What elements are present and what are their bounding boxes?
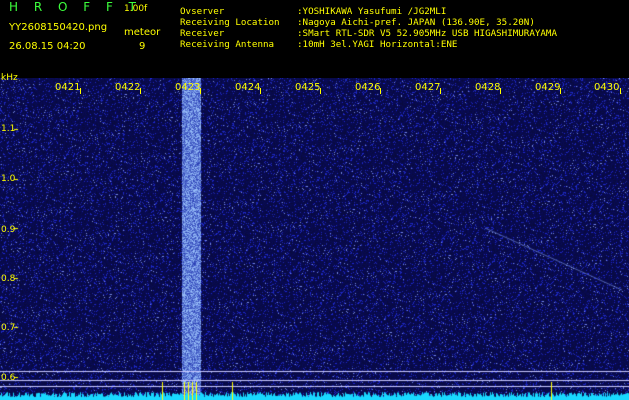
meteor-count: 9 xyxy=(139,41,146,52)
info-row-antenna: Receiving Antenna :10mH 3el.YAGI Horizont… xyxy=(180,39,557,50)
y-tick-label: 0.6 xyxy=(1,373,16,383)
info-row-receiver: Receiver :SMart RTL-SDR V5 52.905MHz USB … xyxy=(180,28,557,39)
info-value: :10mH 3el.YAGI Horizontal:ENE xyxy=(297,39,458,50)
y-tick-label: 0.7 xyxy=(1,323,16,333)
info-row-location: Receiving Location :Nagoya Aichi-pref. JA… xyxy=(180,17,557,28)
x-tick-label: 0421 xyxy=(55,82,81,93)
x-tick-label: 0429 xyxy=(535,82,561,93)
x-tick-label: 0424 xyxy=(235,82,261,93)
meteor-label: meteor xyxy=(124,27,161,38)
info-label: Ovserver xyxy=(180,6,225,17)
info-value: :SMart RTL-SDR V5 52.905MHz USB HIGASHIM… xyxy=(297,28,557,39)
x-tick-mark xyxy=(560,88,561,94)
hrofft-screen: H R O F F T 1.00f YY2608150420.png 26.08… xyxy=(0,0,629,400)
x-tick-mark xyxy=(380,88,381,94)
info-label: Receiving Location xyxy=(180,17,280,28)
x-tick-mark xyxy=(200,88,201,94)
y-tick-label: 1.1 xyxy=(1,124,16,134)
x-tick-mark xyxy=(80,88,81,94)
x-tick-mark xyxy=(140,88,141,94)
image-filename: YY2608150420.png xyxy=(9,22,108,33)
x-tick-label: 0427 xyxy=(415,82,441,93)
x-tick-mark xyxy=(320,88,321,94)
info-label: Receiver xyxy=(180,28,225,39)
capture-datetime: 26.08.15 04:20 xyxy=(9,41,86,52)
app-version: 1.00f xyxy=(124,4,148,14)
frequency-axis-unit: kHz xyxy=(1,73,18,83)
spectrogram-waterfall xyxy=(0,78,629,400)
info-value: :Nagoya Aichi-pref. JAPAN (136.90E, 35.2… xyxy=(297,17,535,28)
spectrogram-canvas xyxy=(0,78,629,400)
x-tick-mark xyxy=(260,88,261,94)
station-info: Ovserver :YOSHIKAWA Yasufumi /JG2MLI Rece… xyxy=(180,6,557,50)
y-tick-label: 1.0 xyxy=(1,174,16,184)
y-tick-label: 0.9 xyxy=(1,225,16,235)
x-tick-label: 0426 xyxy=(355,82,381,93)
app-brand: H R O F F T xyxy=(9,0,143,14)
x-tick-label: 0423 xyxy=(175,82,201,93)
x-tick-label: 0430 xyxy=(594,82,620,93)
x-tick-mark xyxy=(620,88,621,94)
y-tick-label: 0.8 xyxy=(1,274,16,284)
info-row-observer: Ovserver :YOSHIKAWA Yasufumi /JG2MLI xyxy=(180,6,557,17)
x-tick-label: 0422 xyxy=(115,82,141,93)
x-tick-mark xyxy=(500,88,501,94)
info-label: Receiving Antenna xyxy=(180,39,275,50)
x-tick-label: 0428 xyxy=(475,82,501,93)
info-value: :YOSHIKAWA Yasufumi /JG2MLI xyxy=(297,6,447,17)
x-tick-label: 0425 xyxy=(295,82,321,93)
x-tick-mark xyxy=(440,88,441,94)
